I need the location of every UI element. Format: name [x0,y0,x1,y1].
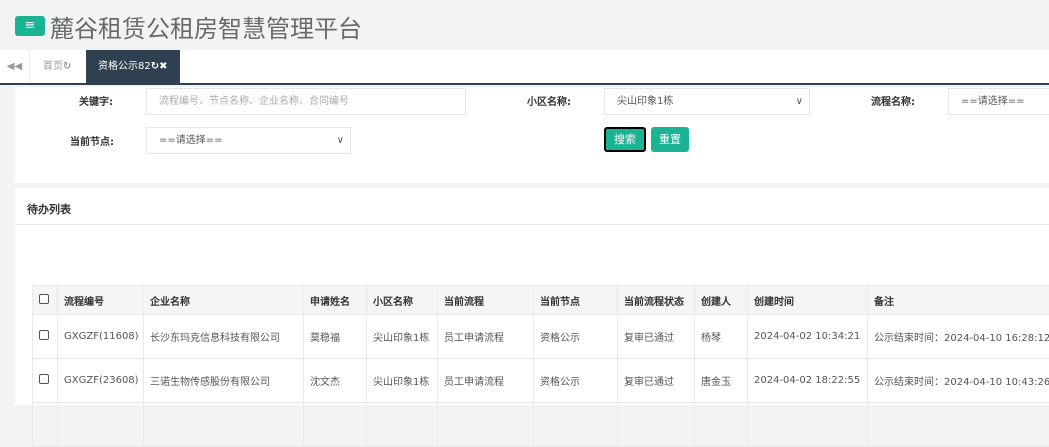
process-label: 流程名称: [871,93,915,108]
column-header[interactable]: 当前流程状态 [618,286,695,315]
column-header[interactable]: 申请姓名 [304,286,367,315]
search-button[interactable]: 搜索 [604,127,646,152]
keyword-placeholder: 流程编号、节点名称、企业名称、合同编号 [159,96,349,107]
search-panel: 关键字: 流程编号、节点名称、企业名称、合同编号 小区名称: 尖山印象1栋 ∨ 流… [15,87,1049,183]
select-all-checkbox[interactable] [33,286,58,315]
table-header: 流程编号 企业名称 申请姓名 小区名称 当前流程 当前节点 当前流程状态 创建人… [33,286,1049,315]
cell: 杨琴 [695,315,748,359]
node-value: ==请选择== [159,135,223,146]
tab-label: 首页 [43,61,63,72]
table-row[interactable] [33,403,1049,447]
column-header[interactable]: 备注 [868,286,1049,315]
column-header[interactable]: 创建人 [695,286,748,315]
cell: 资格公示 [534,359,618,403]
tab-qualification-notice[interactable]: 资格公示82↻✖ [86,50,180,83]
cell: 员工申请流程 [438,359,534,403]
node-label: 当前节点: [70,133,114,148]
tab-home[interactable]: 首页↻ [31,50,83,83]
cell: 2024-04-02 10:34:21 [748,315,868,359]
cell: 资格公示 [534,315,618,359]
list-title: 待办列表 [27,201,71,217]
chevron-down-icon: ∨ [796,89,803,114]
keyword-input[interactable]: 流程编号、节点名称、企业名称、合同编号 [146,88,466,115]
table-row[interactable]: GXGZF(23608) 三诺生物传感股份有限公司 沈文杰 尖山印象1栋 员工申… [33,359,1049,403]
cell: 尖山印象1栋 [367,315,438,359]
cell: 三诺生物传感股份有限公司 [144,359,304,403]
cell: 沈文杰 [304,359,367,403]
table-row[interactable]: GXGZF(11608) 长沙东玛克信息科技有限公司 莫稳福 尖山印象1栋 员工… [33,315,1049,359]
column-header[interactable]: 企业名称 [144,286,304,315]
node-select[interactable]: ==请选择== ∨ [146,127,351,154]
app-title: 麓谷租赁公租房智慧管理平台 [50,9,362,44]
hamburger-icon[interactable]: ≡ [15,16,45,36]
cell: GXGZF(23608) [58,359,144,403]
cell: 长沙东玛克信息科技有限公司 [144,315,304,359]
cell: 莫稳福 [304,315,367,359]
cell: GXGZF(11608) [58,315,144,359]
community-value: 尖山印象1栋 [617,96,673,107]
column-header[interactable]: 流程编号 [58,286,144,315]
cell: 唐金玉 [695,359,748,403]
cell: 复审已通过 [618,315,695,359]
community-label: 小区名称: [527,93,571,108]
process-select[interactable]: ==请选择== [948,88,1049,115]
todo-table: 流程编号 企业名称 申请姓名 小区名称 当前流程 当前节点 当前流程状态 创建人… [32,285,1049,447]
chevron-down-icon: ∨ [337,128,344,153]
column-header[interactable]: 当前流程 [438,286,534,315]
close-icon[interactable]: ✖ [159,61,167,72]
keyword-label: 关键字: [79,93,113,108]
column-header[interactable]: 创建时间 [748,286,868,315]
cell: 员工申请流程 [438,315,534,359]
tab-label: 资格公示82 [98,61,151,72]
tab-bar: ◀◀ 首页↻ 资格公示82↻✖ [0,50,1049,85]
row-checkbox[interactable] [33,315,58,359]
divider [15,224,1049,225]
column-header[interactable]: 当前节点 [534,286,618,315]
cell: 公示结束时间：2024-04-10 10:43:26 [868,359,1049,403]
community-select[interactable]: 尖山印象1栋 ∨ [604,88,810,115]
header: ≡ 麓谷租赁公租房智慧管理平台 [0,0,1049,50]
process-value: ==请选择== [961,96,1025,107]
column-header[interactable]: 小区名称 [367,286,438,315]
row-checkbox[interactable] [33,359,58,403]
cell: 公示结束时间：2024-04-10 16:28:12 [868,315,1049,359]
refresh-icon[interactable]: ↻ [63,61,71,72]
reset-button[interactable]: 重置 [651,127,689,152]
cell: 尖山印象1栋 [367,359,438,403]
refresh-icon[interactable]: ↻ [151,61,159,72]
cell: 复审已通过 [618,359,695,403]
tab-scroll-left-icon[interactable]: ◀◀ [0,50,30,83]
cell: 2024-04-02 18:22:55 [748,359,868,403]
